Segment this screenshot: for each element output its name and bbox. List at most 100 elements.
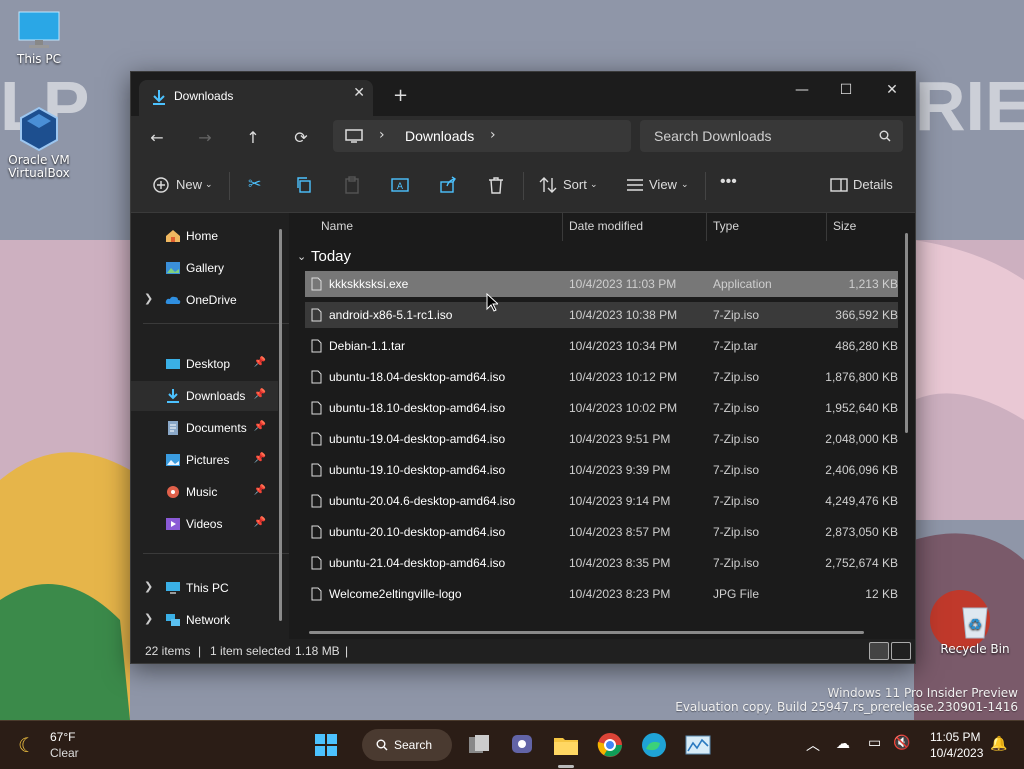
view-icon[interactable]: [625, 175, 645, 195]
clock-time[interactable]: 11:05 PM: [930, 730, 980, 744]
desktop-icon-recycle-bin[interactable]: ♻ Recycle Bin: [940, 600, 1010, 656]
windows-start-icon[interactable]: [310, 729, 342, 761]
desktop-icon-virtualbox[interactable]: Oracle VM VirtualBox: [3, 104, 75, 180]
table-row[interactable]: Welcome2eltingville-logo 10/4/2023 8:23 P…: [305, 581, 898, 607]
sort-icon[interactable]: [538, 175, 558, 195]
vertical-scrollbar[interactable]: [905, 233, 908, 433]
paste-icon[interactable]: [342, 175, 362, 195]
forward-arrow-icon[interactable]: →: [193, 126, 217, 150]
chevron-down-icon[interactable]: ⌄: [297, 250, 306, 263]
sidebar-item-home[interactable]: Home: [131, 221, 278, 251]
tab-downloads[interactable]: Downloads ✕: [139, 80, 373, 116]
close-button[interactable]: ✕: [869, 76, 915, 104]
search-input[interactable]: Search Downloads: [654, 128, 772, 144]
more-options-icon[interactable]: •••: [720, 173, 737, 191]
column-header-date[interactable]: Date modified: [569, 219, 643, 233]
file-icon: [311, 277, 322, 291]
copy-icon[interactable]: [294, 175, 314, 195]
maximize-button[interactable]: ☐: [823, 76, 869, 104]
table-row[interactable]: ubuntu-18.10-desktop-amd64.iso 10/4/2023 …: [305, 395, 898, 421]
table-row[interactable]: ubuntu-19.10-desktop-amd64.iso 10/4/2023 …: [305, 457, 898, 483]
new-tab-button[interactable]: +: [393, 85, 408, 106]
resource-monitor-icon[interactable]: [682, 729, 714, 761]
file-explorer-taskbar-icon[interactable]: [550, 729, 582, 761]
sidebar-item-gallery[interactable]: Gallery: [131, 253, 278, 283]
table-row[interactable]: ubuntu-20.10-desktop-amd64.iso 10/4/2023 …: [305, 519, 898, 545]
table-row[interactable]: android-x86-5.1-rc1.iso 10/4/2023 10:38 P…: [305, 302, 898, 328]
horizontal-scrollbar[interactable]: [309, 631, 864, 634]
onedrive-tray-icon[interactable]: ☁: [836, 735, 850, 752]
chevron-right-icon[interactable]: ❯: [144, 292, 153, 305]
details-button[interactable]: Details: [853, 177, 893, 192]
display-tray-icon[interactable]: ▭: [868, 734, 881, 751]
refresh-icon[interactable]: ⟳: [289, 126, 313, 150]
task-view-icon[interactable]: [463, 729, 495, 761]
file-icon: [311, 401, 322, 415]
view-dropdown-chevron-icon[interactable]: ⌄: [681, 179, 689, 190]
new-icon[interactable]: [151, 175, 171, 195]
new-dropdown-chevron-icon[interactable]: ⌄: [205, 179, 213, 190]
search-box[interactable]: Search Downloads: [640, 120, 903, 152]
column-header-size[interactable]: Size: [833, 219, 856, 233]
notification-bell-icon[interactable]: 🔔: [990, 735, 1007, 752]
pin-icon[interactable]: 📌: [254, 421, 266, 432]
pin-icon[interactable]: 📌: [254, 389, 266, 400]
cut-icon[interactable]: ✂: [248, 174, 261, 194]
chat-icon[interactable]: [506, 729, 538, 761]
details-pane-icon[interactable]: [829, 175, 849, 195]
share-icon[interactable]: [438, 175, 458, 195]
sidebar-item-this-pc[interactable]: ❯ This PC: [131, 573, 278, 603]
file-type: 7-Zip.iso: [713, 525, 760, 539]
clock-date[interactable]: 10/4/2023: [930, 746, 983, 760]
chevron-up-icon[interactable]: ︿: [806, 735, 820, 755]
sidebar-item-onedrive[interactable]: ❯ OneDrive: [131, 285, 278, 315]
chevron-right-icon[interactable]: ❯: [144, 612, 153, 625]
sort-button[interactable]: Sort: [563, 177, 587, 192]
sidebar-item-music[interactable]: Music 📌: [131, 477, 278, 507]
table-row[interactable]: kkkskksksi.exe 10/4/2023 11:03 PM Applicat…: [305, 271, 898, 297]
sidebar-item-pictures[interactable]: Pictures 📌: [131, 445, 278, 475]
tiles-view-icon[interactable]: [891, 642, 911, 660]
chevron-right-icon[interactable]: ›: [490, 127, 496, 143]
volume-muted-icon[interactable]: 🔇: [893, 734, 910, 751]
chrome-icon[interactable]: [594, 729, 626, 761]
chevron-right-icon[interactable]: ›: [379, 127, 385, 143]
table-row[interactable]: Debian-1.1.tar 10/4/2023 10:34 PM 7-Zip.ta…: [305, 333, 898, 359]
delete-icon[interactable]: [486, 175, 506, 195]
sidebar-item-network[interactable]: ❯ Network: [131, 605, 278, 635]
edge-icon[interactable]: [638, 729, 670, 761]
pin-icon[interactable]: 📌: [254, 453, 266, 464]
desktop-icon-this-pc[interactable]: This PC: [3, 10, 75, 66]
table-row[interactable]: ubuntu-19.04-desktop-amd64.iso 10/4/2023 …: [305, 426, 898, 452]
chevron-right-icon[interactable]: ❯: [144, 580, 153, 593]
sidebar-item-desktop[interactable]: Desktop 📌: [131, 349, 278, 379]
group-header-today[interactable]: Today: [311, 248, 351, 265]
minimize-button[interactable]: —: [779, 76, 825, 104]
column-header-name[interactable]: Name: [321, 219, 353, 233]
close-tab-icon[interactable]: ✕: [353, 85, 365, 101]
back-arrow-icon[interactable]: ←: [145, 126, 169, 150]
table-row[interactable]: ubuntu-20.04.6-desktop-amd64.iso 10/4/202…: [305, 488, 898, 514]
new-button[interactable]: New: [176, 177, 202, 192]
table-row[interactable]: ubuntu-18.04-desktop-amd64.iso 10/4/2023 …: [305, 364, 898, 390]
column-header-type[interactable]: Type: [713, 219, 739, 233]
weather-widget[interactable]: ☾ 67°F Clear: [16, 729, 96, 763]
file-icon: [311, 370, 322, 384]
up-arrow-icon[interactable]: ↑: [241, 126, 265, 150]
view-button[interactable]: View: [649, 177, 677, 192]
file-icon: [311, 525, 322, 539]
pin-icon[interactable]: 📌: [254, 517, 266, 528]
nav-scrollbar[interactable]: [279, 229, 282, 621]
sort-dropdown-chevron-icon[interactable]: ⌄: [590, 179, 598, 190]
sidebar-item-videos[interactable]: Videos 📌: [131, 509, 278, 539]
sidebar-item-documents[interactable]: Documents 📌: [131, 413, 278, 443]
address-location[interactable]: Downloads: [405, 128, 474, 144]
pin-icon[interactable]: 📌: [254, 485, 266, 496]
sidebar-item-downloads[interactable]: Downloads 📌: [131, 381, 278, 411]
details-view-icon[interactable]: [869, 642, 889, 660]
pin-icon[interactable]: 📌: [254, 357, 266, 368]
taskbar-search-button[interactable]: Search: [362, 729, 452, 761]
rename-icon[interactable]: A: [390, 175, 410, 195]
address-bar[interactable]: › Downloads ›: [333, 120, 631, 152]
table-row[interactable]: ubuntu-21.04-desktop-amd64.iso 10/4/2023 …: [305, 550, 898, 576]
